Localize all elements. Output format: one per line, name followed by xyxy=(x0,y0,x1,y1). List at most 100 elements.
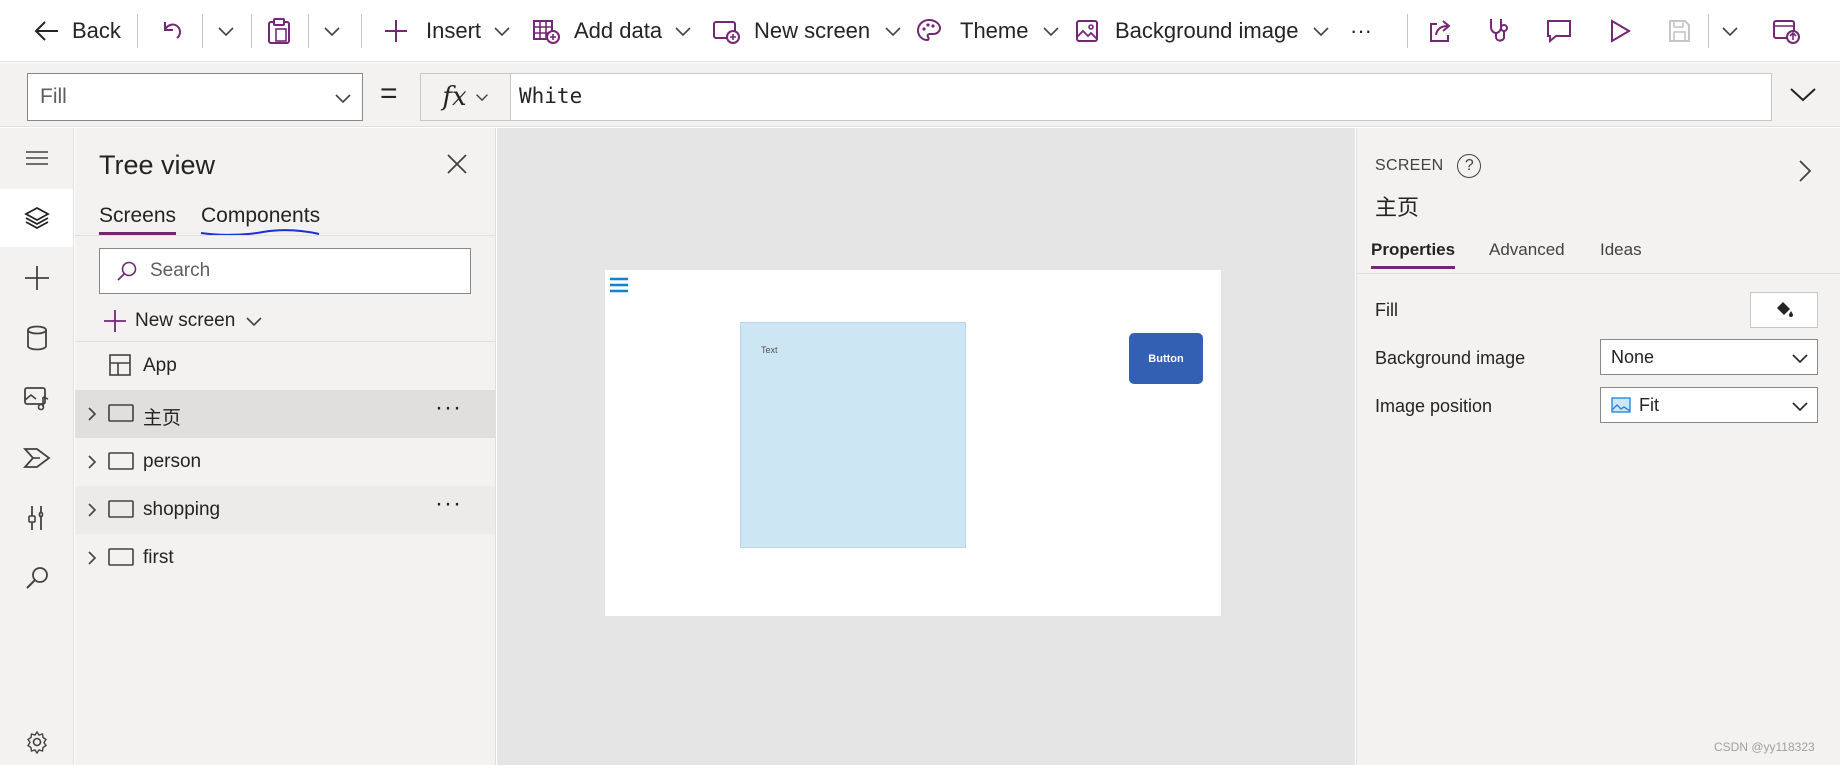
background-image-dropdown[interactable]: None xyxy=(1600,339,1818,375)
share-icon xyxy=(1430,20,1451,42)
screen-icon xyxy=(108,404,134,422)
stethoscope-icon xyxy=(1490,19,1508,42)
publish-icon xyxy=(1773,20,1800,44)
tab-properties[interactable]: Properties xyxy=(1371,240,1456,269)
fill-color-picker[interactable] xyxy=(1750,292,1818,328)
search-placeholder: Search xyxy=(150,260,211,281)
app-checker-button[interactable] xyxy=(1486,13,1512,49)
hamburger-icon[interactable] xyxy=(609,276,629,294)
node-more-button[interactable]: ··· xyxy=(435,490,462,518)
gear-icon xyxy=(26,730,47,754)
save-menu-button[interactable] xyxy=(1721,13,1739,49)
rail-insert-button[interactable] xyxy=(0,249,73,307)
tree-node-screen-person[interactable]: person xyxy=(75,438,495,486)
function-button[interactable]: fx xyxy=(420,73,510,121)
expand-formula-icon[interactable] xyxy=(1788,83,1818,105)
arrow-left-icon xyxy=(34,21,58,41)
separator xyxy=(202,14,203,48)
rail-tools-button[interactable] xyxy=(0,489,73,547)
preview-button[interactable] xyxy=(1608,13,1632,49)
rail-power-automate-button[interactable] xyxy=(0,429,73,487)
rail-settings-button[interactable] xyxy=(0,720,73,764)
separator xyxy=(308,14,309,48)
tab-advanced[interactable]: Advanced xyxy=(1489,240,1565,260)
paint-bucket-icon xyxy=(1776,302,1793,320)
background-image-label: Background image xyxy=(1115,18,1299,43)
back-label: Back xyxy=(72,18,121,43)
new-screen-button[interactable]: New screen xyxy=(712,13,902,49)
app-screen-preview[interactable]: Text Button xyxy=(605,270,1221,616)
tree-node-label: App xyxy=(143,355,177,376)
tree-node-screen-home[interactable]: 主页 ··· xyxy=(75,390,495,438)
left-rail xyxy=(0,128,74,765)
palette-icon xyxy=(916,18,942,42)
rail-media-button[interactable] xyxy=(0,369,73,427)
background-image-button[interactable]: Background image xyxy=(1075,13,1330,49)
undo-menu-button[interactable] xyxy=(217,13,235,49)
chevron-right-icon[interactable] xyxy=(85,550,99,566)
undo-icon xyxy=(164,22,181,39)
rail-menu-button[interactable] xyxy=(0,129,73,187)
new-screen-tree-label: New screen xyxy=(135,310,236,331)
publish-button[interactable] xyxy=(1772,13,1800,49)
rail-search-button[interactable] xyxy=(0,549,73,607)
rail-data-button[interactable] xyxy=(0,309,73,367)
screen-name: 主页 xyxy=(1375,195,1420,220)
chevron-down-icon xyxy=(1313,27,1330,37)
hamburger-icon xyxy=(25,151,48,165)
tab-screens[interactable]: Screens xyxy=(99,204,177,235)
design-canvas[interactable]: Text Button xyxy=(497,128,1355,765)
separator xyxy=(1407,14,1408,48)
search-icon xyxy=(117,261,137,281)
tabs-divider xyxy=(1357,273,1840,274)
more-commands-button[interactable]: ··· xyxy=(1350,13,1372,49)
insert-button[interactable]: Insert xyxy=(384,13,511,49)
tree-view-pane: Tree view Screens Components Search New … xyxy=(75,128,496,765)
share-button[interactable] xyxy=(1427,13,1453,49)
tree-node-screen-shopping[interactable]: shopping ··· xyxy=(75,486,495,534)
text-label-value: Text xyxy=(761,345,778,355)
add-data-button[interactable]: Add data xyxy=(532,13,692,49)
tree-node-screen-first[interactable]: first xyxy=(75,534,495,582)
tab-components[interactable]: Components xyxy=(201,204,320,228)
chevron-right-icon[interactable] xyxy=(85,502,99,518)
chevron-right-icon[interactable] xyxy=(85,406,99,422)
formula-bar: Fill = fx White xyxy=(0,63,1840,127)
new-screen-tree-button[interactable]: New screen xyxy=(103,306,263,336)
fx-icon: fx xyxy=(442,82,467,112)
save-button[interactable] xyxy=(1667,13,1691,49)
canvas-button-control[interactable]: Button xyxy=(1129,333,1203,384)
tree-node-app[interactable]: App xyxy=(75,342,495,390)
chevron-down-icon xyxy=(475,94,488,102)
insert-label: Insert xyxy=(426,18,482,43)
save-icon xyxy=(1669,20,1690,42)
tab-ideas[interactable]: Ideas xyxy=(1600,240,1642,260)
theme-button[interactable]: Theme xyxy=(916,13,1060,49)
chevron-right-icon[interactable] xyxy=(85,454,99,470)
text-label-control[interactable]: Text xyxy=(740,322,966,548)
back-button[interactable]: Back xyxy=(34,13,121,49)
property-dropdown[interactable]: Fill xyxy=(27,73,363,121)
property-value: Fill xyxy=(40,85,67,108)
chevron-down-icon xyxy=(246,317,262,327)
tabs-divider xyxy=(75,235,495,236)
node-more-button[interactable]: ··· xyxy=(435,394,462,422)
formula-input[interactable]: White xyxy=(510,73,1772,121)
paste-menu-button[interactable] xyxy=(323,13,341,49)
table-add-icon xyxy=(533,20,560,44)
search-input[interactable]: Search xyxy=(99,248,471,294)
screen-icon xyxy=(108,452,134,470)
comments-button[interactable] xyxy=(1545,13,1573,49)
image-position-dropdown[interactable]: Fit xyxy=(1600,387,1818,423)
rail-tree-view-button[interactable] xyxy=(0,189,73,247)
undo-button[interactable] xyxy=(160,13,186,49)
help-icon[interactable]: ? xyxy=(1457,154,1482,178)
image-icon xyxy=(1076,20,1098,42)
add-data-label: Add data xyxy=(574,18,663,43)
screen-icon xyxy=(108,548,134,566)
close-icon[interactable] xyxy=(445,152,469,176)
chevron-right-icon[interactable] xyxy=(1797,158,1813,184)
screen-add-icon xyxy=(713,21,740,44)
chevron-down-icon xyxy=(494,27,510,37)
paste-button[interactable] xyxy=(266,13,292,49)
